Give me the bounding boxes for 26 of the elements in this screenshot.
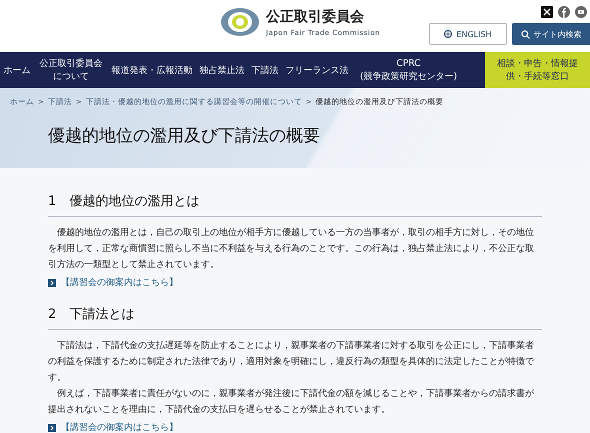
seminar-info-link[interactable]: 【講習会の御案内はこちら】: [61, 276, 178, 289]
emblem-logo: [220, 7, 260, 37]
page-title: 優越的地位の濫用及び下請法の概要: [48, 125, 321, 147]
x-icon[interactable]: [541, 6, 553, 18]
nav-link[interactable]: ホーム: [0, 52, 34, 88]
section-heading: 1 優越的地位の濫用とは: [48, 192, 542, 217]
globe-icon: [444, 30, 452, 38]
nav-link[interactable]: 独占禁止法: [196, 52, 248, 88]
english-button[interactable]: ENGLISH: [429, 23, 507, 45]
body-paragraph: 下請法は，下請代金の支払遅延等を防止することにより，親事業者の下請事業者に対する取引を公正にし，下請事業者の利益を保護するために制定された法律であり，適用対象を明確にし，違反行為の類型を具体的に法定したことが特徴です。: [48, 340, 535, 385]
nav-link[interactable]: 公正取引委員会について: [34, 52, 108, 88]
seminar-info-link[interactable]: 【講習会の御案内はこちら】: [61, 421, 178, 433]
body-paragraph: 優越的地位の濫用とは，自己の取引上の地位が相手方に優越している一方の当事者が，取引の相手方に対し，その地位を利用して，正常な商慣習に照らし不当に不利益を与える行為のことです。この行為は，独占禁止法により，不公正な取引方法の一類型として禁止されています。: [48, 226, 535, 272]
search-icon: [520, 30, 530, 38]
nav-link[interactable]: 下請法: [248, 52, 282, 88]
organization-name: 公正取引委員会: [266, 8, 365, 26]
consultation-nav-link[interactable]: 相談・申告・情報提供・手続等窓口: [485, 52, 590, 88]
nav-link[interactable]: フリーランス法: [282, 52, 352, 88]
section-heading: 2 下請法とは: [48, 305, 542, 330]
nav-link[interactable]: CPRC (競争政策研究センター): [352, 52, 465, 88]
facebook-icon[interactable]: [558, 6, 570, 18]
nav-link[interactable]: 報道発表・広報活動: [108, 52, 196, 88]
play-icon[interactable]: [575, 6, 587, 18]
site-search-button[interactable]: サイト内検索: [512, 23, 590, 45]
chevron-right-icon: [48, 278, 56, 286]
body-paragraph: 例えば，下請事業者に責任がないのに，親事業者が発注後に下請代金の額を減じることや，下請事業者からの請求書が提出されないことを理由に，下請代金の支払日を遅らせることが禁止されています。: [48, 388, 535, 417]
